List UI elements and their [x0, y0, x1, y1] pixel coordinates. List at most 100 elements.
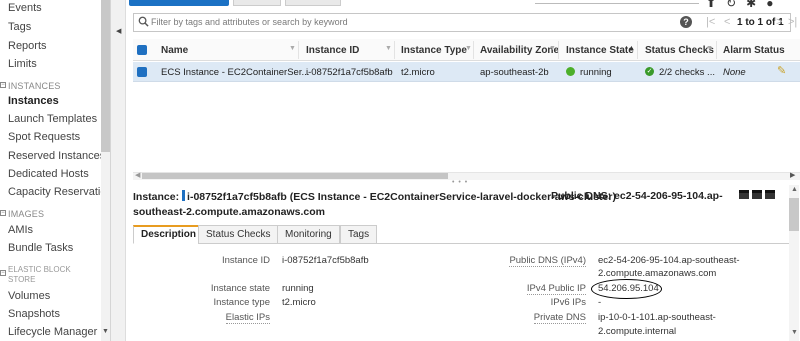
sort-name-icon[interactable]: ▼: [289, 45, 296, 52]
help-circle-icon[interactable]: ●: [766, 0, 783, 10]
value-instance-state: running: [282, 283, 314, 294]
sidebar-item-amis[interactable]: AMIs: [8, 224, 33, 236]
pager-next-icon[interactable]: >: [776, 16, 782, 28]
label-ipv4-public-ip: IPv4 Public IP: [526, 283, 586, 295]
sidebar-item-bundle-tasks[interactable]: Bundle Tasks: [8, 242, 73, 254]
sidebar-item-lifecycle-manager[interactable]: Lifecycle Manager: [8, 326, 97, 338]
sort-instance-id-icon[interactable]: ▼: [385, 45, 392, 52]
row-checkbox[interactable]: [137, 67, 147, 77]
sidebar-item-dedicated-hosts[interactable]: Dedicated Hosts: [8, 168, 89, 180]
detail-scrollbar-thumb[interactable]: [789, 198, 799, 231]
detail-title: Instance: i-08752f1a7cf5b8afb (ECS Insta…: [133, 190, 616, 203]
settings-icon[interactable]: ✱: [746, 0, 766, 10]
panel-layout-icons: [739, 190, 778, 202]
pager-first-icon[interactable]: |<: [706, 16, 715, 28]
toolbar-icons: ⬆↻✱●: [706, 0, 783, 10]
value-private-dns-line1: ip-10-0-1-101.ap-southeast-: [598, 312, 716, 323]
sort-instance-type-icon[interactable]: ▼: [465, 45, 472, 52]
tab-status-checks[interactable]: Status Checks: [198, 225, 279, 244]
create-alarm-icon[interactable]: ✎: [777, 64, 786, 77]
sidebar-scrollbar-thumb[interactable]: [101, 0, 110, 152]
sidebar-item-instances[interactable]: Instances: [8, 95, 59, 107]
top-search-input[interactable]: [535, 0, 699, 4]
column-divider[interactable]: [298, 41, 299, 59]
column-header-name[interactable]: Name: [161, 45, 188, 56]
label-instance-state: Instance state: [210, 283, 270, 294]
collapse-instances-icon[interactable]: −: [0, 82, 6, 88]
running-status-icon: [566, 67, 575, 76]
layout-full-icon[interactable]: [765, 190, 775, 199]
group-ebs-heading-line2: STORE: [8, 275, 36, 284]
value-private-dns-line2: 2.compute.internal: [598, 326, 677, 337]
sort-state-asc-icon[interactable]: ▲: [628, 45, 635, 52]
collapse-left-icon[interactable]: ◀: [116, 27, 121, 35]
collapse-images-icon[interactable]: −: [0, 210, 6, 216]
sidebar-item-launch-templates[interactable]: Launch Templates: [8, 113, 97, 125]
label-instance-id: Instance ID: [221, 255, 270, 266]
sidebar-item-events[interactable]: Events: [8, 2, 42, 14]
annotation-circle: [591, 279, 662, 299]
label-public-dns-ipv4: Public DNS (IPv4): [509, 255, 586, 267]
select-all-checkbox[interactable]: [137, 45, 147, 55]
tab-monitoring[interactable]: Monitoring: [277, 225, 340, 244]
cell-status-checks[interactable]: 2/2 checks ...: [659, 67, 715, 78]
scroll-right-icon[interactable]: ▶: [790, 171, 795, 179]
group-ebs-heading-line1: ELASTIC BLOCK: [8, 265, 71, 274]
text-cursor-icon: [182, 190, 186, 201]
detail-instance-id: i-08752f1a7cf5b8afb: [187, 191, 287, 203]
layout-bottom-icon[interactable]: [739, 190, 749, 199]
column-divider[interactable]: [637, 41, 638, 59]
sidebar-item-volumes[interactable]: Volumes: [8, 290, 50, 302]
column-header-instance-type[interactable]: Instance Type: [401, 45, 467, 56]
launch-instance-button[interactable]: [129, 0, 229, 6]
column-divider[interactable]: [716, 41, 717, 59]
group-images-heading: IMAGES: [8, 209, 45, 219]
tab-tags[interactable]: Tags: [340, 225, 378, 244]
user-icon[interactable]: ⬆: [706, 0, 726, 10]
pager-last-icon[interactable]: >|: [788, 16, 797, 28]
column-divider[interactable]: [394, 41, 395, 59]
sort-status-checks-icon[interactable]: ▼: [706, 45, 713, 52]
sort-az-icon[interactable]: ▼: [549, 45, 556, 52]
sidebar-scroll-down-icon[interactable]: ▼: [102, 328, 109, 335]
group-instances-heading: INSTANCES: [8, 81, 61, 91]
sidebar-collapse-handle[interactable]: [111, 0, 126, 341]
checks-passed-icon: ✓: [645, 67, 654, 76]
detail-scroll-up-icon[interactable]: ▲: [791, 186, 798, 193]
sidebar-item-tags[interactable]: Tags: [8, 21, 31, 33]
sidebar-item-reserved-instances[interactable]: Reserved Instances: [8, 150, 105, 162]
label-private-dns: Private DNS: [533, 312, 586, 324]
detail-scroll-down-icon[interactable]: ▼: [791, 329, 798, 336]
column-header-instance-state[interactable]: Instance State: [566, 45, 634, 56]
column-header-availability-zone[interactable]: Availability Zone: [480, 45, 559, 56]
detail-public-dns-value-line1: ec2-54-206-95-104.ap-: [614, 190, 723, 202]
table-scrollbar-thumb[interactable]: [142, 173, 448, 179]
detail-public-dns-value-line2: southeast-2.compute.amazonaws.com: [133, 206, 325, 218]
collapse-ebs-icon[interactable]: −: [0, 270, 6, 276]
value-instance-type: t2.micro: [282, 297, 316, 308]
label-instance-type: Instance type: [213, 297, 270, 308]
filter-input[interactable]: Filter by tags and attributes or search …: [151, 17, 348, 27]
sidebar-item-capacity-reservations[interactable]: Capacity Reservations: [8, 186, 110, 198]
detail-instance-label: Instance:: [133, 191, 180, 203]
help-icon[interactable]: ?: [680, 16, 692, 28]
column-header-instance-id[interactable]: Instance ID: [306, 45, 359, 56]
sidebar-item-spot-requests[interactable]: Spot Requests: [8, 131, 80, 143]
scroll-left-icon[interactable]: ◀: [135, 171, 140, 179]
actions-button[interactable]: [285, 0, 341, 6]
sidebar-item-reports[interactable]: Reports: [8, 40, 47, 52]
column-header-status-checks[interactable]: Status Checks: [645, 45, 714, 56]
splitter-grip-icon[interactable]: • • •: [452, 179, 468, 186]
refresh-icon[interactable]: ↻: [726, 0, 746, 10]
search-icon: [138, 16, 149, 27]
column-divider[interactable]: [558, 41, 559, 59]
pager-prev-icon[interactable]: <: [724, 16, 730, 28]
sidebar-item-limits[interactable]: Limits: [8, 58, 37, 70]
value-instance-id: i-08752f1a7cf5b8afb: [282, 255, 369, 266]
column-divider[interactable]: [473, 41, 474, 59]
sidebar-item-snapshots[interactable]: Snapshots: [8, 308, 60, 320]
column-header-alarm-status[interactable]: Alarm Status: [723, 45, 785, 56]
tab-description[interactable]: Description: [133, 225, 205, 244]
layout-split-icon[interactable]: [752, 190, 762, 199]
connect-button[interactable]: [233, 0, 281, 6]
